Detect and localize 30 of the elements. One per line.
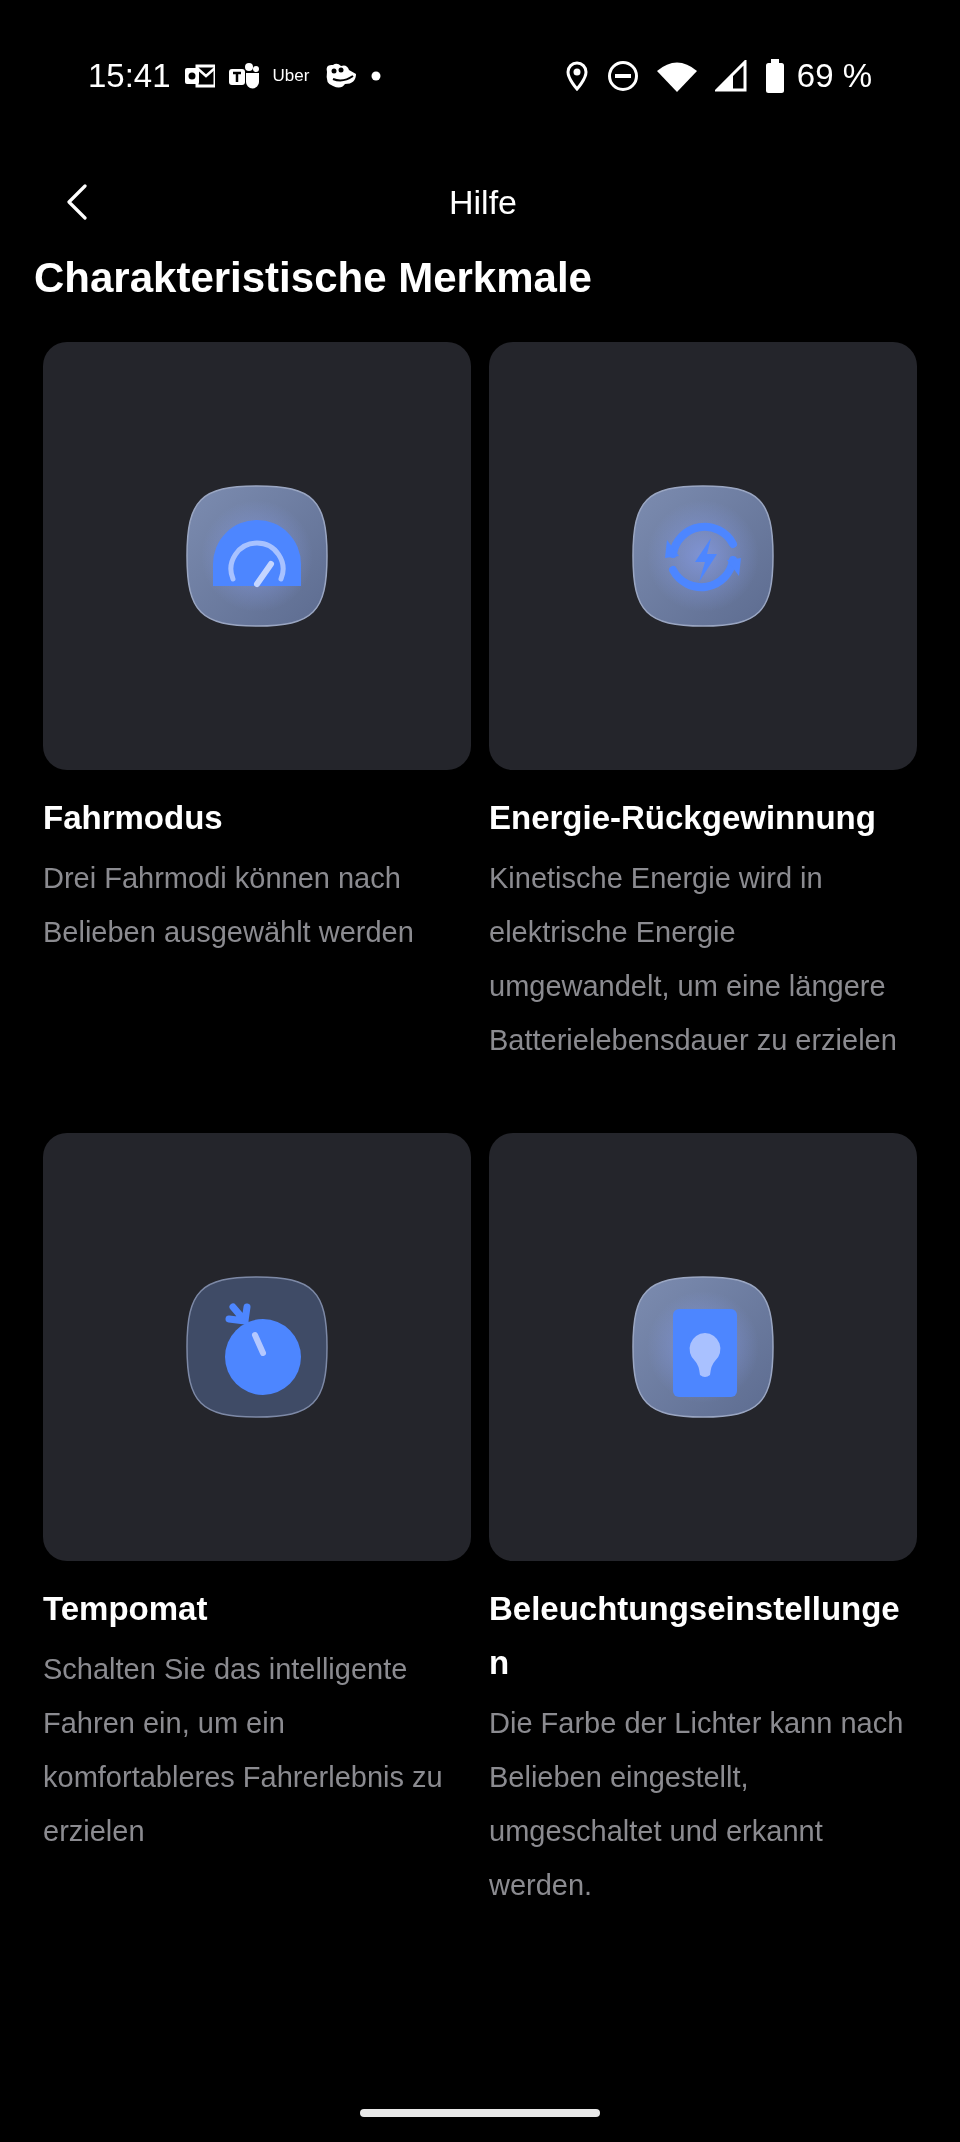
- clock-time: 15:41: [88, 57, 171, 95]
- section-heading: Charakteristische Merkmale: [34, 253, 593, 303]
- feature-card[interactable]: [43, 342, 471, 770]
- feature-description: Kinetische Energie wird in elektrische Energie umgewandelt, um eine längere Batterielebensdauer zu erzielen: [489, 861, 898, 1058]
- feature-description: Schalten Sie das intelligente Fahren ein, um ein komfortableres Fahrerlebnis zu erzielen: [43, 1652, 444, 1849]
- feature-title: Beleuchtungseinstellungen: [489, 1589, 901, 1683]
- feature-title: Tempomat: [43, 1589, 209, 1629]
- signal-icon: [714, 60, 747, 92]
- page-title: Hilfe: [449, 182, 517, 222]
- feature-card[interactable]: [489, 342, 917, 770]
- mail-app-icon: [184, 63, 215, 89]
- chat-app-icon: [228, 61, 259, 91]
- feature-description: Die Farbe der Lichter kann nach Belieben eingestellt, umgeschaltet und erkannt werden.: [489, 1706, 905, 1903]
- feature-card[interactable]: [43, 1133, 471, 1561]
- feature-title: Fahrmodus: [43, 798, 224, 838]
- wifi-icon: [656, 60, 697, 92]
- stopwatch-icon: [183, 1273, 331, 1421]
- battery-percent: 69 %: [796, 57, 872, 95]
- lamp-icon: [629, 1273, 777, 1421]
- recharge-icon: [629, 482, 777, 630]
- notification-text: Uber: [272, 66, 310, 86]
- feature-card[interactable]: [489, 1133, 917, 1561]
- speedometer-icon: [183, 482, 331, 630]
- location-icon: [564, 61, 589, 91]
- back-icon: [66, 184, 88, 220]
- feature-description: Drei Fahrmodi können nach Belieben ausgewählt werden: [43, 861, 415, 950]
- feature-title: Energie-Rückgewinnung: [489, 798, 877, 838]
- do-not-disturb-icon: [606, 60, 639, 92]
- battery-icon: [764, 59, 785, 93]
- dot-icon: [371, 71, 382, 81]
